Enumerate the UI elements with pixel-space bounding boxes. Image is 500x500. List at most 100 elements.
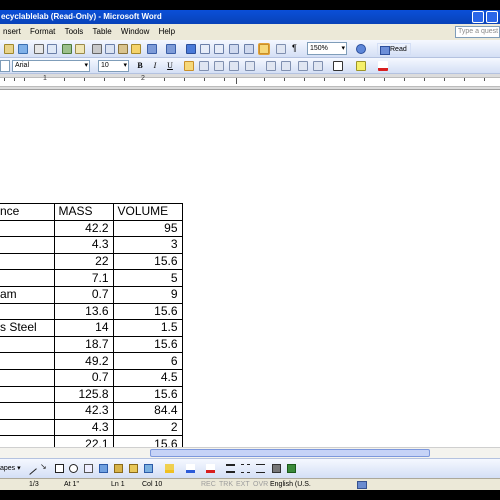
status-trk[interactable]: TRK	[219, 479, 233, 490]
undo-icon[interactable]	[147, 44, 157, 54]
cell-volume[interactable]: 15.6	[112, 435, 183, 447]
menu-tools[interactable]: Tools	[62, 24, 88, 40]
line-icon[interactable]	[24, 462, 37, 475]
arrow-icon[interactable]: ↘	[40, 462, 49, 471]
spelling-icon[interactable]	[62, 44, 72, 54]
menu-help[interactable]: Help	[156, 24, 179, 40]
cell-mass[interactable]: 125.8	[53, 385, 114, 404]
dash-style-icon[interactable]	[241, 464, 250, 473]
style-combo[interactable]	[0, 60, 10, 72]
cell-mass[interactable]: 0.7	[53, 368, 114, 387]
cell-substance[interactable]	[0, 435, 55, 447]
cell-volume[interactable]: 15.6	[112, 252, 183, 271]
cell-volume[interactable]: 15.6	[112, 385, 183, 404]
drawing-icon[interactable]	[259, 44, 269, 54]
arrow-style-icon[interactable]	[256, 464, 265, 473]
cell-substance[interactable]: s Steel	[0, 319, 55, 337]
align-right-icon[interactable]	[214, 61, 224, 71]
cell-volume[interactable]: 95	[112, 219, 183, 238]
spelling-status-icon[interactable]	[357, 481, 367, 489]
save-icon[interactable]	[4, 44, 14, 54]
border-icon[interactable]	[333, 61, 343, 71]
status-ext[interactable]: EXT	[236, 479, 250, 490]
3d-icon[interactable]	[287, 464, 296, 473]
cell-substance[interactable]	[0, 335, 55, 354]
decrease-indent-icon[interactable]	[298, 61, 308, 71]
format-painter-icon[interactable]	[131, 44, 141, 54]
cell-mass[interactable]: 22.1	[53, 435, 114, 447]
cell-volume[interactable]: 9	[112, 285, 183, 304]
scrollbar-thumb[interactable]	[150, 449, 430, 457]
cell-volume[interactable]: 1.5	[112, 319, 183, 337]
ask-question-box[interactable]: Type a quest	[455, 26, 500, 38]
cell-mass[interactable]: 7.1	[53, 269, 114, 287]
font-color-icon[interactable]	[378, 61, 388, 71]
text-box-icon[interactable]	[84, 464, 93, 473]
fill-color-icon[interactable]	[165, 464, 174, 473]
status-rec[interactable]: REC	[201, 479, 216, 490]
increase-indent-icon[interactable]	[313, 61, 323, 71]
justify-icon[interactable]	[229, 61, 239, 71]
numbering-icon[interactable]	[266, 61, 276, 71]
cell-substance[interactable]	[0, 219, 55, 238]
line-style-icon[interactable]	[226, 464, 235, 473]
diagram-icon[interactable]	[114, 464, 123, 473]
menu-insert[interactable]: nsert	[0, 24, 25, 40]
cell-volume[interactable]: 3	[112, 236, 183, 254]
title-bar[interactable]: ecyclablelab (Read-Only) - Microsoft Wor…	[0, 10, 500, 24]
highlight-icon[interactable]	[356, 61, 366, 71]
cell-volume[interactable]: 84.4	[112, 402, 183, 420]
shadow-icon[interactable]	[272, 464, 281, 473]
insert-excel-icon[interactable]	[229, 44, 239, 54]
header-volume[interactable]: VOLUME	[112, 203, 183, 221]
cell-substance[interactable]	[0, 402, 55, 420]
cell-mass[interactable]: 4.3	[53, 236, 114, 254]
zoom-combo[interactable]: 150%	[307, 42, 347, 55]
cell-mass[interactable]: 18.7	[53, 335, 114, 354]
align-left-icon[interactable]	[184, 61, 194, 71]
help-icon[interactable]	[356, 44, 366, 54]
clip-art-icon[interactable]	[129, 464, 138, 473]
research-icon[interactable]	[75, 44, 85, 54]
menu-format[interactable]: Format	[27, 24, 59, 40]
cell-volume[interactable]: 5	[112, 269, 183, 287]
cell-mass[interactable]: 14	[53, 319, 114, 337]
autoshapes-menu[interactable]: apes ▾	[0, 464, 21, 472]
horizontal-scrollbar[interactable]	[0, 447, 500, 458]
font-dropdown-arrow-icon[interactable]: ▾	[84, 61, 88, 71]
permission-icon[interactable]	[18, 44, 28, 54]
size-dropdown-arrow-icon[interactable]: ▾	[123, 61, 127, 71]
print-icon[interactable]	[34, 44, 44, 54]
line-spacing-icon[interactable]	[245, 61, 255, 71]
wordart-icon[interactable]	[99, 464, 108, 473]
cut-icon[interactable]	[92, 44, 102, 54]
cell-mass[interactable]: 49.2	[53, 352, 114, 370]
font-combo[interactable]: Arial ▾	[12, 60, 90, 72]
cell-volume[interactable]: 15.6	[112, 302, 183, 321]
status-ovr[interactable]: OVR	[253, 479, 268, 490]
cell-substance[interactable]	[0, 252, 55, 271]
document-page[interactable]: nce MASS VOLUME 42.2 95 4.3 3 22 15.6 7.1 5 am 0.…	[0, 91, 500, 447]
underline-button[interactable]: U	[164, 60, 176, 72]
cell-volume[interactable]: 4.5	[112, 368, 183, 387]
show-hide-icon[interactable]: ¶	[292, 43, 297, 53]
cell-mass[interactable]: 13.6	[53, 302, 114, 321]
font-size-combo[interactable]: 10 ▾	[98, 60, 129, 72]
cell-substance[interactable]	[0, 302, 55, 321]
columns-icon[interactable]	[244, 44, 254, 54]
cell-substance[interactable]	[0, 269, 55, 287]
rectangle-icon[interactable]	[55, 464, 64, 473]
cell-substance[interactable]	[0, 418, 55, 437]
center-icon[interactable]	[199, 61, 209, 71]
cell-volume[interactable]: 6	[112, 352, 183, 370]
cell-substance[interactable]	[0, 352, 55, 370]
cell-substance[interactable]	[0, 385, 55, 404]
read-button[interactable]: Read	[377, 43, 411, 55]
cell-volume[interactable]: 15.6	[112, 335, 183, 354]
oval-icon[interactable]	[69, 464, 78, 473]
cell-mass[interactable]: 4.3	[53, 418, 114, 437]
copy-icon[interactable]	[105, 44, 115, 54]
bullets-icon[interactable]	[281, 61, 291, 71]
italic-button[interactable]: I	[149, 60, 161, 72]
cell-volume[interactable]: 2	[112, 418, 183, 437]
